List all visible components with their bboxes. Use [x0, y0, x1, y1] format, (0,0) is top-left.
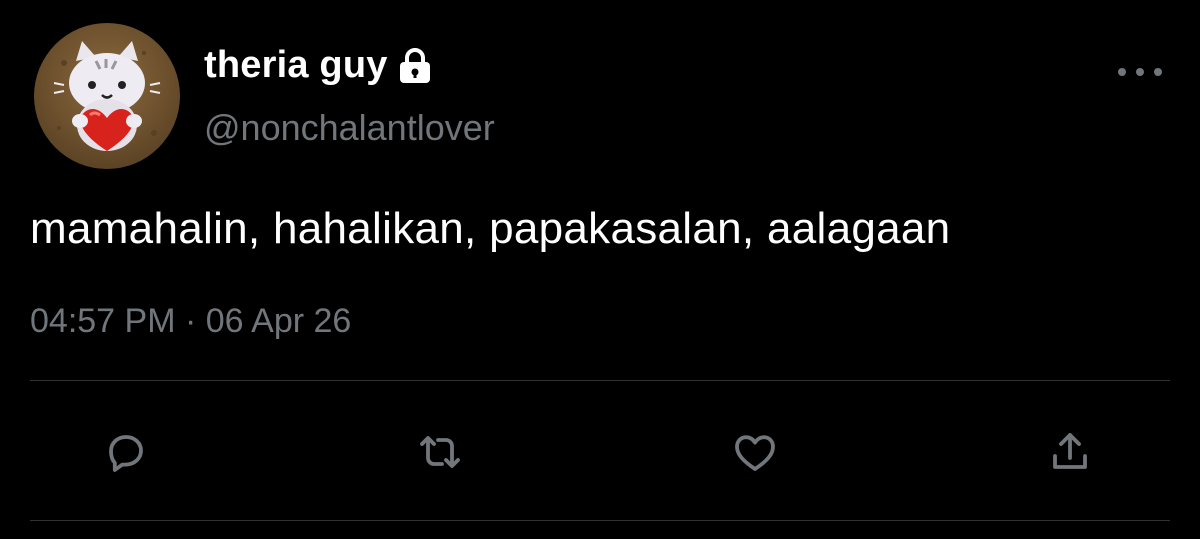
- tweet-text: mamahalin, hahalikan, papakasalan, aalag…: [30, 204, 951, 253]
- divider: [30, 380, 1170, 381]
- heart-icon[interactable]: [728, 425, 782, 479]
- retweet-icon[interactable]: [413, 425, 467, 479]
- display-name-text: theria guy: [204, 44, 388, 86]
- tweet-time: 04:57 PM: [30, 302, 176, 340]
- tweet-date: 06 Apr 26: [205, 302, 352, 340]
- divider: [30, 520, 1170, 521]
- dot: [1118, 68, 1126, 76]
- share-icon[interactable]: [1043, 425, 1097, 479]
- lock-icon: [398, 47, 432, 84]
- dot: [1154, 68, 1162, 76]
- user-handle[interactable]: @nonchalantlover: [204, 107, 495, 149]
- more-dots-icon[interactable]: [1118, 60, 1162, 84]
- dot: [1136, 68, 1144, 76]
- reply-icon[interactable]: [99, 425, 153, 479]
- tweet-timestamp[interactable]: 04:57 PM · 06 Apr 26: [30, 302, 351, 341]
- timestamp-separator: ·: [175, 302, 206, 340]
- display-name[interactable]: theria guy: [204, 44, 432, 87]
- avatar[interactable]: [34, 23, 180, 169]
- tweet-card: theria guy @nonchalantlover mamahalin, h…: [0, 0, 1200, 539]
- avatar-cat-image: [53, 41, 161, 151]
